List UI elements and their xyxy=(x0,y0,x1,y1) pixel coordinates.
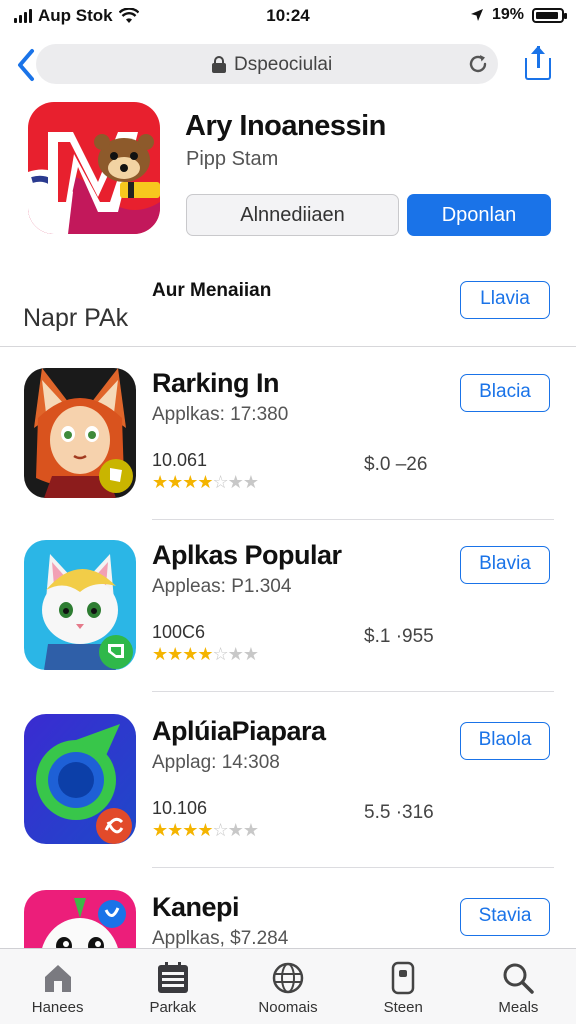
list-item[interactable]: AplúiaPiapara Applag: 14:308 10.106 ★★★★… xyxy=(0,696,576,868)
url-bar[interactable]: Dspeociulai xyxy=(36,44,498,84)
app-name: Rarking In xyxy=(152,368,280,398)
app-name: AplúiaPiapara xyxy=(152,716,326,746)
get-button[interactable]: Blaola xyxy=(460,722,550,760)
app-meta: Applkas: 17:380 xyxy=(152,404,289,425)
calendar-icon xyxy=(157,962,188,993)
app-name: Kanepi xyxy=(152,892,240,922)
back-button[interactable] xyxy=(12,46,42,84)
app-meta: Applag: 14:308 xyxy=(152,752,280,773)
rating-count: 10.106 xyxy=(152,798,208,818)
app-price: 5.5 ·316 xyxy=(364,802,434,823)
app-meta: Appleas: P1.304 xyxy=(152,576,292,597)
url-text: Dspeociulai xyxy=(234,54,333,75)
section-header: Aur Menaiian Napr PAk Llavia xyxy=(0,270,576,346)
lock-icon xyxy=(212,56,226,73)
star-rating: ★★★★☆★★ xyxy=(152,644,259,664)
app-name: Aplkas Popular xyxy=(152,540,342,570)
browser-nav-bar: Dspeociulai xyxy=(0,40,576,90)
tab-search[interactable]: Meals xyxy=(461,949,576,1024)
search-icon xyxy=(503,963,535,994)
section-tag: Aur Menaiian xyxy=(152,280,272,301)
share-button[interactable] xyxy=(522,46,554,82)
featured-app-subtitle: Pipp Stam xyxy=(186,148,279,170)
list-item[interactable]: Rarking In Applkas: 17:380 10.061 ★★★★☆★… xyxy=(0,348,576,520)
app-price: $.1 ·955 xyxy=(364,626,434,647)
get-button[interactable]: Stavia xyxy=(460,898,550,936)
download-button[interactable]: Dponlan xyxy=(407,194,551,236)
featured-app: Ary Inoanessin Pipp Stam Alnnediiaen Dpo… xyxy=(0,96,576,256)
rating-count: 100C6 xyxy=(152,622,206,642)
get-button[interactable]: Blacia xyxy=(460,374,550,412)
phone-icon xyxy=(391,961,415,995)
tab-charts[interactable]: Parkak xyxy=(115,949,230,1024)
tab-home[interactable]: Hanees xyxy=(0,949,115,1024)
status-right: 19% xyxy=(470,6,567,24)
row-divider xyxy=(152,867,554,868)
tab-label: Noomais xyxy=(258,999,318,1016)
section-title: Napr PAk xyxy=(23,304,129,332)
star-rating: ★★★★☆★★ xyxy=(152,472,259,492)
reload-icon[interactable] xyxy=(466,52,490,76)
battery-icon xyxy=(532,7,567,23)
divider xyxy=(0,346,576,347)
rating-count: 10.061 xyxy=(152,450,208,470)
featured-app-icon[interactable] xyxy=(28,102,160,234)
get-button[interactable]: Blavia xyxy=(460,546,550,584)
app-price: $.0 –26 xyxy=(364,454,428,475)
cat-character-icon[interactable] xyxy=(24,540,136,670)
tab-label: Hanees xyxy=(31,999,84,1016)
section-view-button[interactable]: Llavia xyxy=(460,281,550,319)
fox-character-icon[interactable] xyxy=(24,368,136,498)
tab-device[interactable]: Steen xyxy=(346,949,461,1024)
row-divider xyxy=(152,691,554,692)
secondary-action-button[interactable]: Alnnediiaen xyxy=(186,194,399,236)
tab-label: Parkak xyxy=(149,999,197,1016)
home-icon xyxy=(44,965,71,992)
status-bar: Aup Stok 10:24 19% xyxy=(0,0,576,34)
tab-bar: Hanees Parkak Noomais Steen Meals xyxy=(0,948,576,1024)
app-meta: Applkas, $7.284 xyxy=(152,928,289,949)
tab-label: Steen xyxy=(383,999,423,1016)
list-item[interactable]: Aplkas Popular Appleas: P1.304 100C6 ★★★… xyxy=(0,520,576,692)
star-rating: ★★★★☆★★ xyxy=(152,820,259,840)
featured-app-title: Ary Inoanessin xyxy=(185,110,386,142)
location-arrow-icon xyxy=(470,9,483,21)
battery-percent: 19% xyxy=(491,6,524,23)
tab-browse[interactable]: Noomais xyxy=(230,949,345,1024)
tab-label: Meals xyxy=(498,999,539,1016)
globe-icon xyxy=(272,962,304,994)
green-ring-icon[interactable] xyxy=(24,714,136,844)
